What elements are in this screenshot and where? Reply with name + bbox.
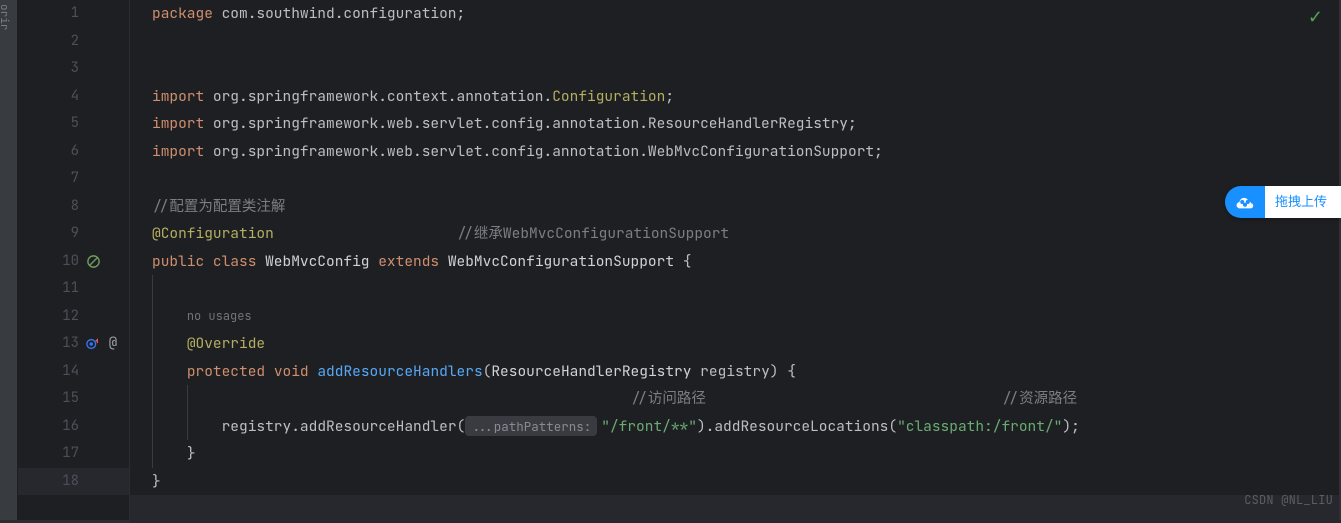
- code-editor[interactable]: 1 2 3 4 5 6 7 8 9 10 11 12 13 @ 14 15 16…: [18, 0, 1341, 520]
- keyword: package: [152, 0, 213, 28]
- param-hint: ...pathPatterns:: [465, 416, 597, 436]
- upload-label: 拖拽上传: [1265, 186, 1341, 218]
- code-line[interactable]: protected void addResourceHandlers(Resou…: [130, 358, 1341, 386]
- var-ref: registry: [222, 413, 292, 441]
- keyword: class: [213, 248, 257, 276]
- comment: //配置为配置类注解: [152, 193, 285, 221]
- string-literal: "/front/**": [601, 413, 697, 441]
- line-number: 10: [33, 248, 79, 276]
- gutter: 1 2 3 4 5 6 7 8 9 10 11 12 13 @ 14 15 16…: [18, 0, 130, 520]
- method-call: addResourceHandler: [300, 413, 457, 441]
- code-line[interactable]: import org.springframework.context.annot…: [130, 83, 1341, 111]
- line-number: 3: [33, 55, 79, 83]
- keyword: import: [152, 138, 204, 166]
- keyword: public: [152, 248, 204, 276]
- keyword: protected: [187, 358, 265, 386]
- cloud-upload-icon: [1225, 186, 1265, 218]
- code-line[interactable]: public class WebMvcConfig extends WebMvc…: [130, 248, 1341, 276]
- line-number: 9: [33, 220, 79, 248]
- upload-widget[interactable]: 拖拽上传: [1225, 186, 1341, 218]
- brace: {: [683, 248, 692, 276]
- code-line[interactable]: //访问路径 //资源路径: [130, 385, 1341, 413]
- class-ref: Configuration: [552, 83, 665, 111]
- line-number: 11: [33, 275, 79, 303]
- at-icon: @: [105, 336, 121, 352]
- brace: }: [152, 468, 161, 496]
- comment: //访问路径: [631, 385, 706, 413]
- code-line[interactable]: import org.springframework.web.servlet.c…: [130, 110, 1341, 138]
- keyword: extends: [378, 248, 439, 276]
- code-line[interactable]: [130, 165, 1341, 193]
- line-number: 2: [33, 28, 79, 56]
- line-number: 5: [33, 110, 79, 138]
- line-number: 4: [33, 83, 79, 111]
- line-number: 15: [33, 385, 79, 413]
- line-number: 13: [33, 330, 79, 358]
- line-number: 6: [33, 138, 79, 166]
- comment: //继承WebMvcConfigurationSupport: [457, 220, 730, 248]
- override-icon[interactable]: [85, 336, 101, 352]
- code-line[interactable]: //配置为配置类注解: [130, 193, 1341, 221]
- param-name: registry: [700, 358, 770, 386]
- keyword: void: [274, 358, 309, 386]
- import-path: org.springframework.web.servlet.config.a…: [213, 110, 848, 138]
- import-path: org.springframework.web.servlet.config.a…: [213, 138, 874, 166]
- code-line[interactable]: @Configuration //继承WebMvcConfigurationSu…: [130, 220, 1341, 248]
- comment: //资源路径: [1002, 385, 1077, 413]
- left-panel-stub: orir: [0, 0, 18, 520]
- line-number: 18: [33, 468, 79, 496]
- usage-hint[interactable]: no usages: [187, 303, 252, 331]
- code-line[interactable]: [130, 495, 1341, 523]
- line-number: 16: [33, 413, 79, 441]
- line-number: 17: [33, 440, 79, 468]
- code-line[interactable]: @Override: [130, 330, 1341, 358]
- code-line[interactable]: [130, 275, 1341, 303]
- package-name: com.southwind.configuration: [222, 0, 457, 28]
- class-name: WebMvcConfig: [265, 248, 369, 276]
- keyword: import: [152, 83, 204, 111]
- method-name: addResourceHandlers: [317, 358, 482, 386]
- code-line[interactable]: [130, 28, 1341, 56]
- brace: }: [187, 440, 196, 468]
- line-number: 14: [33, 358, 79, 386]
- semicolon: ;: [457, 0, 466, 28]
- method-call: addResourceLocations: [714, 413, 888, 441]
- brace: {: [787, 358, 796, 386]
- code-line[interactable]: no usages: [130, 303, 1341, 331]
- line-number: 7: [33, 165, 79, 193]
- code-line[interactable]: import org.springframework.web.servlet.c…: [130, 138, 1341, 166]
- line-number: 8: [33, 193, 79, 221]
- code-line[interactable]: [130, 55, 1341, 83]
- string-literal: "classpath:/front/": [897, 413, 1062, 441]
- code-line[interactable]: }: [130, 468, 1341, 496]
- param-type: ResourceHandlerRegistry: [491, 358, 691, 386]
- code-area[interactable]: package com.southwind.configuration; imp…: [130, 0, 1341, 520]
- annotation: @Override: [187, 330, 265, 358]
- code-line[interactable]: }: [130, 440, 1341, 468]
- inspection-ok-icon[interactable]: ✓: [1308, 4, 1323, 32]
- line-number: 1: [33, 0, 79, 28]
- code-line[interactable]: package com.southwind.configuration;: [130, 0, 1341, 28]
- import-path: org.springframework.context.annotation.: [213, 83, 552, 111]
- annotation: @Configuration: [152, 220, 274, 248]
- forbidden-icon: [85, 253, 101, 269]
- superclass: WebMvcConfigurationSupport: [448, 248, 674, 276]
- code-line[interactable]: registry.addResourceHandler(...pathPatte…: [130, 413, 1341, 441]
- keyword: import: [152, 110, 204, 138]
- line-number: 12: [33, 303, 79, 331]
- watermark: CSDN @NL_LIU: [1244, 487, 1333, 515]
